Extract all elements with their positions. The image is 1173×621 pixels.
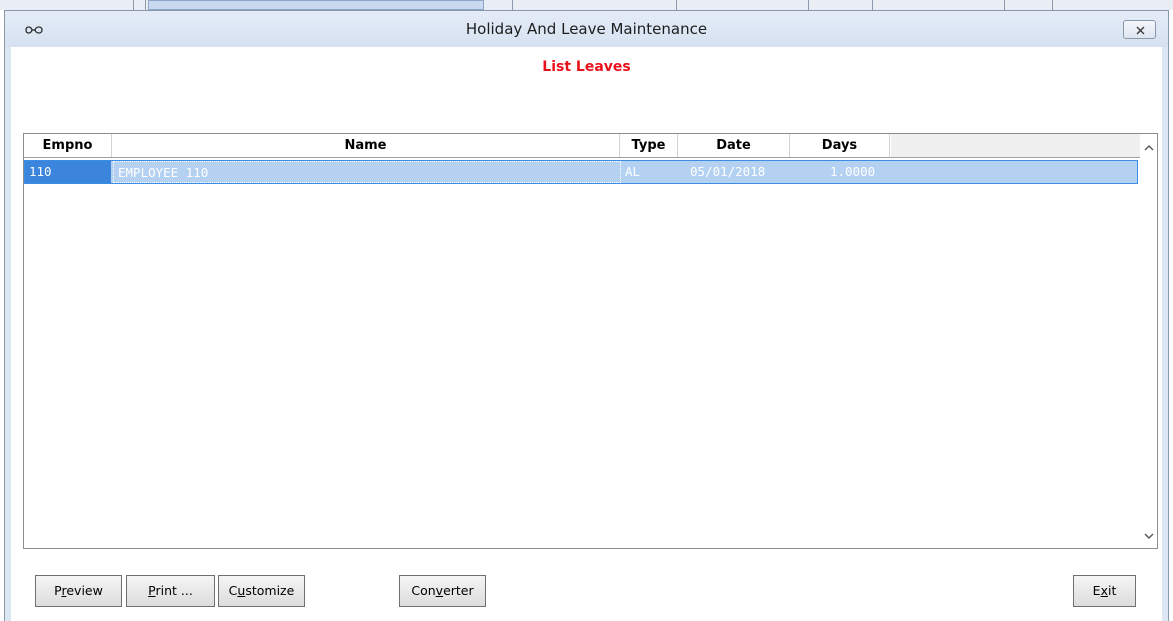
cell-date[interactable]: 05/01/2018 <box>690 161 790 183</box>
strip-selected-cell <box>148 0 484 10</box>
strip-divider <box>676 0 677 10</box>
exit-label-b: it <box>1107 583 1117 598</box>
close-icon <box>1136 26 1145 35</box>
preview-button[interactable]: Preview <box>35 575 122 607</box>
strip-divider <box>872 0 873 10</box>
chevron-up-icon[interactable] <box>1144 144 1154 152</box>
converter-label-key: v <box>435 583 444 598</box>
window-client-area: List Leaves Empno Name Type Date Days 11… <box>11 47 1162 621</box>
cell-type[interactable]: AL <box>625 161 675 183</box>
strip-divider <box>1004 0 1005 10</box>
strip-divider <box>145 0 146 10</box>
exit-label-key: x <box>1100 583 1108 598</box>
converter-label-b: erter <box>443 583 474 598</box>
print-label-b: rint ... <box>155 583 193 598</box>
column-header-date[interactable]: Date <box>678 134 790 157</box>
holiday-leave-window: Holiday And Leave Maintenance List Leave… <box>4 10 1169 621</box>
column-header-days[interactable]: Days <box>790 134 890 157</box>
grid-header: Empno Name Type Date Days <box>24 134 1141 158</box>
cell-days[interactable]: 1.0000 <box>830 161 890 183</box>
cell-empno[interactable]: 110 <box>25 161 111 183</box>
customize-button[interactable]: Customize <box>218 575 305 607</box>
chevron-down-icon[interactable] <box>1144 532 1154 540</box>
strip-divider <box>512 0 513 10</box>
column-header-empno[interactable]: Empno <box>24 134 112 157</box>
print-button[interactable]: Print ... <box>126 575 215 607</box>
window-title: Holiday And Leave Maintenance <box>465 20 708 38</box>
customize-label-b: stomize <box>245 583 295 598</box>
preview-label-b: eview <box>66 583 103 598</box>
exit-label-a: E <box>1092 583 1101 598</box>
parent-window-strip <box>0 0 1173 10</box>
table-row[interactable]: 110 EMPLOYEE 110 AL 05/01/2018 1.0000 <box>24 160 1138 184</box>
converter-label-a: Con <box>411 583 436 598</box>
cell-name[interactable]: EMPLOYEE 110 <box>113 161 621 183</box>
close-button[interactable] <box>1123 20 1156 39</box>
column-header-name[interactable]: Name <box>112 134 620 157</box>
exit-button[interactable]: Exit <box>1073 575 1136 607</box>
header-filler <box>891 134 1141 157</box>
list-heading: List Leaves <box>542 59 631 75</box>
converter-button[interactable]: Converter <box>399 575 486 607</box>
leaves-grid[interactable]: Empno Name Type Date Days 110 EMPLOYEE 1… <box>23 133 1158 549</box>
column-header-type[interactable]: Type <box>620 134 678 157</box>
strip-divider <box>133 0 134 10</box>
strip-divider <box>1052 0 1053 10</box>
strip-divider <box>808 0 809 10</box>
title-bar[interactable]: Holiday And Leave Maintenance <box>5 11 1168 47</box>
vertical-scrollbar[interactable] <box>1140 134 1157 548</box>
